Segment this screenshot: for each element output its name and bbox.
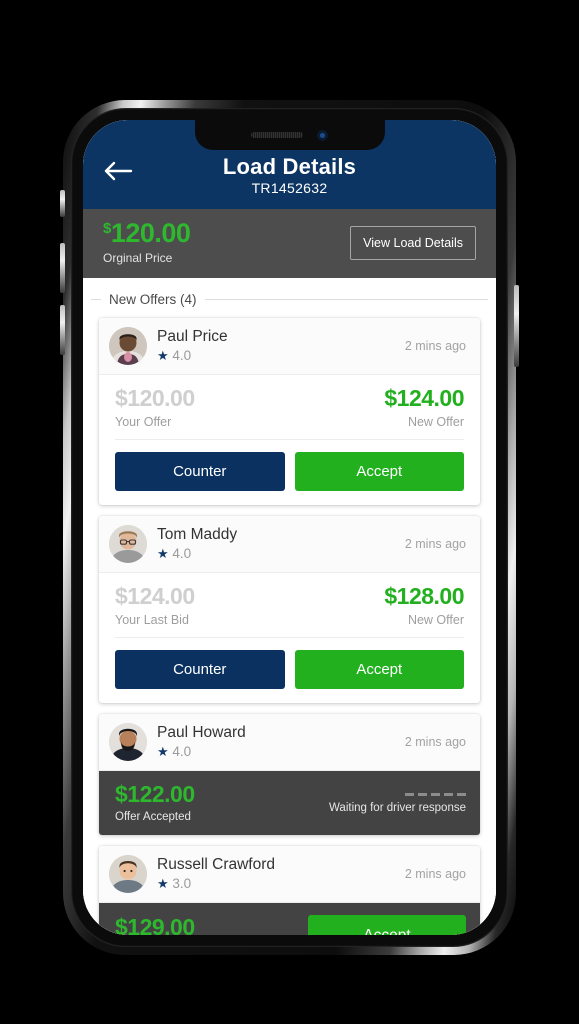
offer-user-info: Paul Price ★ 4.0 [157, 328, 405, 364]
new-offer-label: New Offer [407, 613, 464, 628]
offer-amounts-row: $124.00 Your Last Bid $128.00 New Offer [99, 573, 480, 637]
original-price-label: Orginal Price [103, 251, 173, 266]
counter-button[interactable]: Counter [115, 650, 285, 690]
back-arrow-icon[interactable] [103, 160, 133, 182]
currency-symbol: $ [103, 220, 111, 238]
earpiece-speaker-icon [251, 132, 303, 138]
accepted-amount: $122.00 [115, 781, 195, 808]
waiting-status-block: Waiting for driver response [329, 792, 466, 814]
accept-button[interactable]: Accept [308, 915, 466, 935]
power-button[interactable] [514, 285, 519, 367]
avatar [109, 723, 147, 762]
app-root: Load Details TR1452632 $120.00 Orginal P… [83, 120, 496, 935]
divider-left [91, 299, 101, 301]
offer-accepted-action-row: $129.00 Offer Accepted Accept [99, 903, 480, 935]
offer-user-info: Russell Crawford ★ 3.0 [157, 856, 405, 892]
silent-switch-button[interactable] [60, 190, 65, 217]
accepted-amount-block: $122.00 Offer Accepted [115, 781, 195, 824]
your-offer-amount: $120.00 [115, 385, 195, 412]
your-last-bid-block: $124.00 Your Last Bid [115, 583, 195, 628]
new-offers-section-header: New Offers (4) [83, 278, 488, 307]
offer-card-header: Paul Howard ★ 4.0 2 mins ago [99, 714, 480, 772]
offer-amounts-row: $120.00 Your Offer $124.00 New Offer [99, 375, 480, 439]
phone-frame: Load Details TR1452632 $120.00 Orginal P… [63, 100, 516, 955]
progress-dashes-icon [329, 792, 466, 796]
offer-user-name: Russell Crawford [157, 856, 276, 874]
star-icon: ★ [157, 546, 169, 562]
offer-actions: Counter Accept [115, 637, 464, 703]
your-offer-block: $120.00 Your Offer [115, 385, 195, 430]
original-price-amount: $120.00 [103, 218, 191, 249]
accepted-amount: $129.00 [115, 914, 195, 935]
offer-card-header: Tom Maddy ★ 4.0 2 mins ago [99, 516, 480, 574]
original-price-value: 120.00 [110, 218, 191, 249]
star-icon: ★ [157, 348, 169, 364]
offer-user-name: Paul Howard [157, 724, 246, 742]
star-icon: ★ [157, 876, 169, 892]
view-load-details-button[interactable]: View Load Details [350, 225, 476, 260]
offer-user-name: Tom Maddy [157, 526, 238, 544]
offer-user-info: Paul Howard ★ 4.0 [157, 724, 405, 760]
new-offer-block: $128.00 New Offer [384, 583, 464, 628]
phone-screen: Load Details TR1452632 $120.00 Orginal P… [83, 120, 496, 935]
offer-card: Paul Price ★ 4.0 2 mins ago $120.00 Your… [99, 318, 480, 506]
offer-user-name: Paul Price [157, 328, 228, 346]
new-offer-amount: $128.00 [384, 583, 464, 610]
offer-timestamp: 2 mins ago [404, 867, 466, 882]
rating-value: 3.0 [172, 876, 192, 892]
offer-card-header: Paul Price ★ 4.0 2 mins ago [99, 318, 480, 376]
offer-card: Tom Maddy ★ 4.0 2 mins ago $124.00 Your … [99, 516, 480, 704]
rating-value: 4.0 [172, 744, 192, 760]
volume-up-button[interactable] [60, 243, 65, 293]
offers-scroll-area[interactable]: New Offers (4) Paul Price ★ 4.0 2 mins a… [83, 278, 496, 935]
rating-value: 4.0 [172, 546, 192, 562]
offer-card-header: Russell Crawford ★ 3.0 2 mins ago [99, 846, 480, 904]
counter-button[interactable]: Counter [115, 452, 285, 492]
offer-timestamp: 2 mins ago [404, 735, 466, 750]
offer-user-rating: ★ 3.0 [157, 876, 405, 892]
offer-user-rating: ★ 4.0 [157, 546, 405, 562]
new-offer-label: New Offer [407, 415, 464, 430]
your-offer-label: Your Offer [115, 415, 172, 430]
phone-inner-bezel: Load Details TR1452632 $120.00 Orginal P… [71, 108, 508, 947]
accept-button[interactable]: Accept [294, 452, 464, 492]
rating-value: 4.0 [172, 348, 192, 364]
phone-notch [194, 120, 385, 150]
offer-accepted-waiting-row: $122.00 Offer Accepted Waiting for drive… [99, 771, 480, 836]
offer-card: Paul Howard ★ 4.0 2 mins ago $122.00 Off… [99, 714, 480, 836]
star-icon: ★ [157, 744, 169, 760]
original-price-block: $120.00 Orginal Price [103, 218, 191, 266]
avatar [109, 525, 147, 564]
accepted-amount-block: $129.00 Offer Accepted [115, 916, 195, 935]
offer-actions: Counter Accept [115, 439, 464, 505]
volume-down-button[interactable] [60, 305, 65, 355]
avatar [109, 327, 147, 366]
avatar [109, 855, 147, 894]
offer-user-info: Tom Maddy ★ 4.0 [157, 526, 405, 562]
offer-card: Russell Crawford ★ 3.0 2 mins ago $129.0… [99, 846, 480, 935]
new-offer-block: $124.00 New Offer [384, 385, 464, 430]
new-offer-amount: $124.00 [384, 385, 464, 412]
offer-user-rating: ★ 4.0 [157, 744, 405, 760]
front-camera-icon [317, 129, 328, 141]
waiting-status-text: Waiting for driver response [329, 801, 466, 814]
offer-timestamp: 2 mins ago [404, 339, 466, 354]
accept-button[interactable]: Accept [294, 650, 464, 690]
divider-right [204, 299, 488, 301]
new-offers-title: New Offers (4) [109, 292, 197, 308]
original-price-bar: $120.00 Orginal Price View Load Details [83, 209, 496, 279]
offer-timestamp: 2 mins ago [404, 537, 466, 552]
load-reference-number: TR1452632 [251, 180, 328, 197]
your-offer-amount: $124.00 [115, 583, 195, 610]
page-title: Load Details [222, 154, 357, 179]
screenshot-stage: Load Details TR1452632 $120.00 Orginal P… [0, 0, 579, 1024]
accepted-label: Offer Accepted [115, 811, 191, 824]
offer-user-rating: ★ 4.0 [157, 348, 405, 364]
your-offer-label: Your Last Bid [115, 613, 189, 628]
